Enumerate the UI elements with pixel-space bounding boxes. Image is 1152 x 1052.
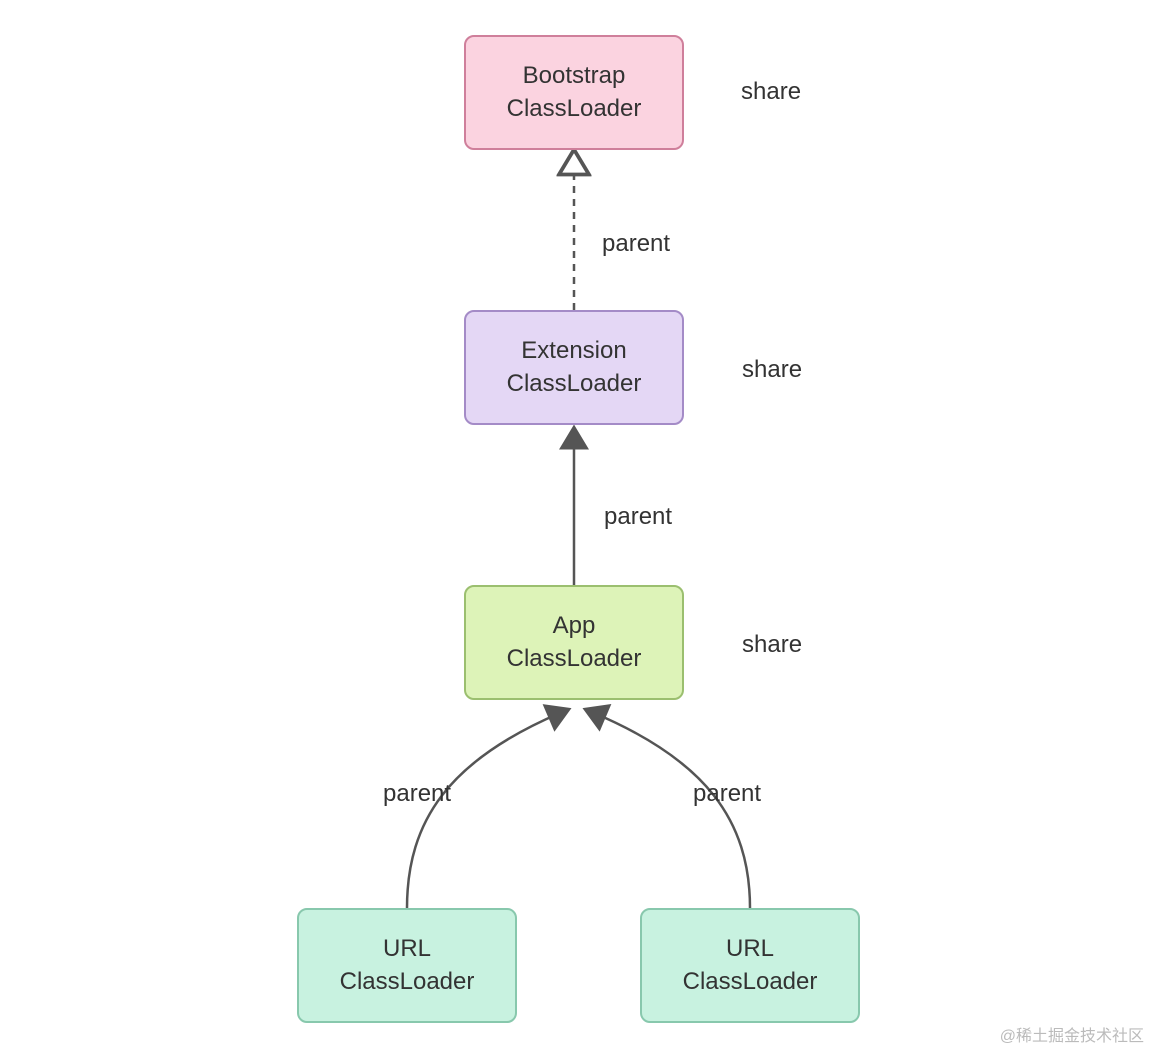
- label-share-top: share: [741, 78, 801, 106]
- node-extension-classloader: Extension ClassLoader: [464, 310, 684, 425]
- arrow-url1-to-app: [407, 713, 560, 908]
- node-bootstrap-classloader: Bootstrap ClassLoader: [464, 35, 684, 150]
- node-url2-line2: ClassLoader: [683, 966, 818, 998]
- node-app-classloader: App ClassLoader: [464, 585, 684, 700]
- arrow-url2-to-app: [594, 713, 750, 908]
- label-share-mid: share: [742, 356, 802, 384]
- node-url1-line2: ClassLoader: [340, 966, 475, 998]
- node-bootstrap-line1: Bootstrap: [523, 60, 626, 92]
- watermark-text: @稀土掘金技术社区: [1000, 1022, 1144, 1046]
- node-extension-line1: Extension: [521, 335, 626, 367]
- node-app-line1: App: [553, 610, 596, 642]
- label-share-low: share: [742, 631, 802, 659]
- node-url2-line1: URL: [726, 933, 774, 965]
- node-url-classloader-right: URL ClassLoader: [640, 908, 860, 1023]
- node-app-line2: ClassLoader: [507, 643, 642, 675]
- label-parent-right: parent: [693, 780, 761, 808]
- node-url-classloader-left: URL ClassLoader: [297, 908, 517, 1023]
- label-parent-left: parent: [383, 780, 451, 808]
- label-parent-mid: parent: [604, 503, 672, 531]
- node-extension-line2: ClassLoader: [507, 368, 642, 400]
- label-parent-top: parent: [602, 230, 670, 258]
- node-bootstrap-line2: ClassLoader: [507, 93, 642, 125]
- arrows-layer: [0, 0, 1152, 1052]
- node-url1-line1: URL: [383, 933, 431, 965]
